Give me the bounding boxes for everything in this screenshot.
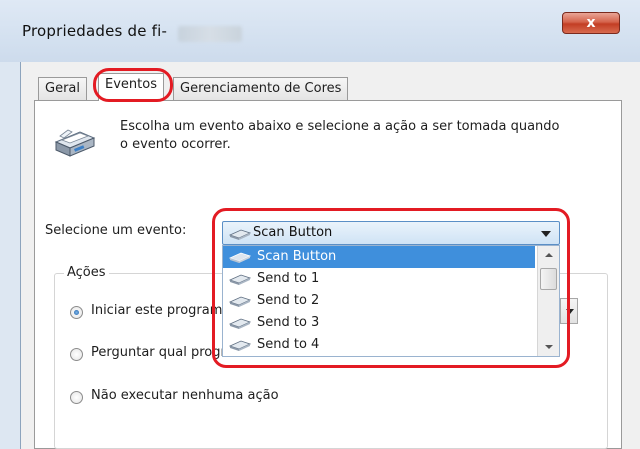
close-button[interactable]: x xyxy=(562,12,620,34)
tab-label: Gerenciamento de Cores xyxy=(180,81,342,96)
radio-no-action-label: Não executar nenhuma ação xyxy=(91,388,279,403)
window-title: Propriedades de fi- xyxy=(22,22,168,40)
event-description: Escolha um evento abaixo e selecione a a… xyxy=(120,119,560,152)
actions-group-label: Ações xyxy=(64,265,109,280)
radio-start-program-label: Iniciar este programa xyxy=(91,303,231,318)
close-icon: x xyxy=(586,15,596,31)
radio-start-program[interactable] xyxy=(70,306,83,319)
title-bar: Propriedades de fi- x xyxy=(0,0,640,62)
tab-geral[interactable]: Geral xyxy=(38,77,87,100)
tab-label: Geral xyxy=(45,81,80,96)
annotation-circle-tab xyxy=(93,68,173,102)
annotation-circle-dropdown xyxy=(212,208,570,368)
properties-dialog: Propriedades de fi- x Geral Eventos Gere… xyxy=(0,0,640,449)
scanner-icon xyxy=(54,129,96,157)
device-name-redacted xyxy=(178,26,242,42)
radio-ask-program[interactable] xyxy=(70,348,83,361)
tab-gerenciamento-de-cores[interactable]: Gerenciamento de Cores xyxy=(173,77,349,100)
select-event-label: Selecione um evento: xyxy=(45,223,187,238)
radio-no-action[interactable] xyxy=(70,391,83,404)
